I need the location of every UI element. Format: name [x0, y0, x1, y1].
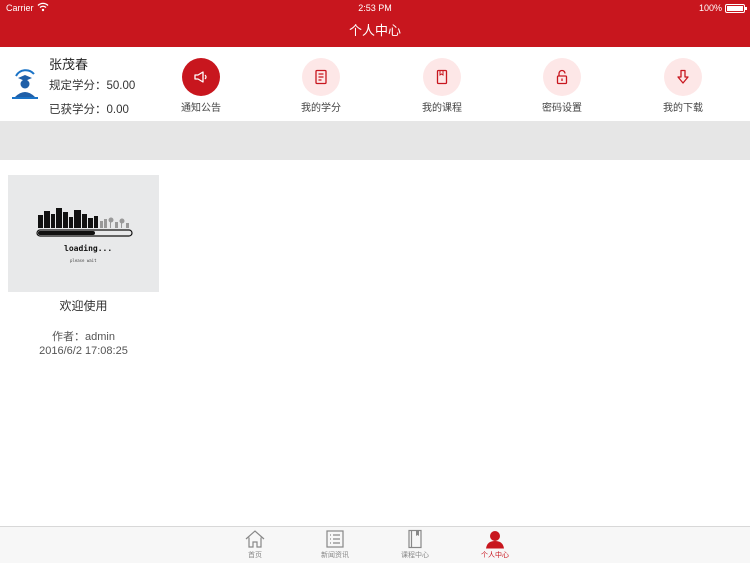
book-icon — [436, 69, 448, 85]
shortcut-notices[interactable]: 通知公告 — [161, 58, 241, 118]
shortcut-password-settings[interactable]: 密码设置 — [522, 58, 602, 118]
tab-courses[interactable]: 课程中心 — [385, 529, 445, 563]
section-divider — [0, 121, 750, 160]
article-author: 作者：admin — [52, 331, 115, 343]
tab-label: 课程中心 — [401, 552, 429, 559]
tab-label: 新闻资讯 — [321, 552, 349, 559]
shortcut-my-downloads[interactable]: 我的下载 — [643, 58, 723, 118]
shortcut-my-courses[interactable]: 我的课程 — [402, 58, 482, 118]
article-date: 2016/6/2 17:08:25 — [39, 345, 128, 357]
download-icon — [677, 69, 689, 84]
page-title: 个人中心 — [348, 23, 401, 38]
news-icon — [326, 530, 344, 548]
nav-bar: 个人中心 — [0, 16, 750, 47]
shortcut-label: 我的下载 — [663, 103, 703, 114]
tab-label: 个人中心 — [481, 552, 509, 559]
credits-icon — [315, 69, 327, 85]
earned-credits: 已获学分：0.00 — [49, 101, 129, 117]
earned-credits-label: 已获学分： — [49, 104, 107, 116]
required-credits-label: 规定学分： — [49, 80, 107, 92]
user-name: 张茂春 — [49, 57, 89, 72]
course-icon — [408, 529, 422, 549]
shortcut-label: 密码设置 — [542, 103, 582, 114]
megaphone-icon — [194, 71, 207, 83]
shortcut-label: 我的课程 — [422, 103, 462, 114]
lock-icon — [556, 69, 568, 85]
please-wait-text: please wait — [70, 258, 97, 263]
tab-label: 首页 — [248, 552, 262, 559]
status-bar: Carrier 2:53 PM 100% — [0, 0, 750, 16]
shortcut-label: 我的学分 — [301, 103, 341, 114]
article-title: 欢迎使用 — [59, 299, 108, 313]
home-icon — [245, 530, 265, 548]
battery-icon — [725, 4, 747, 13]
shortcut-label: 通知公告 — [181, 103, 221, 114]
clock: 2:53 PM — [358, 3, 392, 13]
shortcut-my-credits[interactable]: 我的学分 — [281, 58, 361, 118]
article-thumbnail: loading... please wait — [8, 175, 159, 292]
tab-bar: 首页 新闻资讯 课程中心 个人中心 — [0, 526, 750, 563]
user-icon — [486, 531, 504, 549]
profile-header: 张茂春 规定学分：50.00 已获学分：0.00 通知公告 我的学分 我的课程 … — [0, 47, 750, 121]
loading-illustration: loading... please wait — [36, 208, 133, 263]
required-credits: 规定学分：50.00 — [49, 77, 135, 93]
avatar — [12, 69, 38, 99]
required-credits-value: 50.00 — [106, 80, 136, 92]
loading-text: loading... — [64, 243, 112, 253]
earned-credits-value: 0.00 — [106, 104, 129, 116]
tab-home[interactable]: 首页 — [225, 529, 285, 563]
article-card[interactable]: loading... please wait 欢迎使用 作者：admin 201… — [8, 175, 159, 365]
tab-profile[interactable]: 个人中心 — [465, 529, 525, 563]
tab-news[interactable]: 新闻资讯 — [305, 529, 365, 563]
battery-percent: 100% — [698, 3, 722, 13]
